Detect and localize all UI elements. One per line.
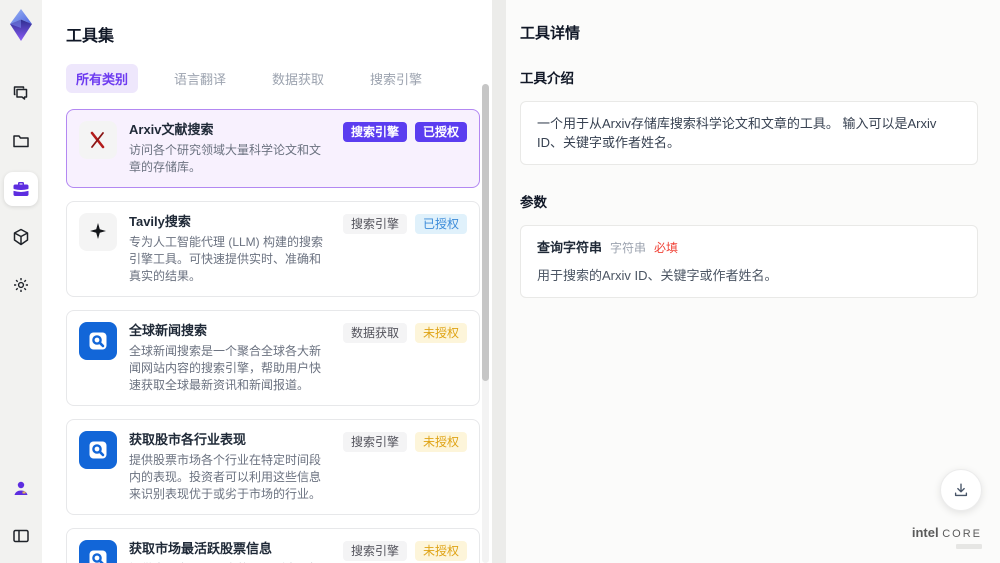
arxiv-icon (90, 131, 105, 149)
param-name: 查询字符串 (537, 240, 603, 255)
search-app-icon (79, 322, 117, 360)
briefcase-icon (13, 182, 29, 196)
tool-name: 全球新闻搜索 (129, 323, 208, 338)
sidebar-item-settings[interactable] (4, 268, 38, 302)
gear-icon (14, 278, 28, 292)
auth-status-badge: 未授权 (414, 541, 467, 561)
category-badge: 搜索引擎 (342, 214, 407, 234)
intel-core-logo: intel CORE (912, 526, 982, 549)
tool-name: Tavily搜索 (129, 214, 191, 229)
auth-status-badge: 未授权 (414, 432, 467, 452)
sidebar-item-files[interactable] (4, 124, 38, 158)
param-desc: 用于搜索的Arxiv ID、关键字或作者姓名。 (537, 268, 778, 283)
intel-logo-text: intel (911, 525, 939, 540)
user-avatar-icon (14, 481, 28, 495)
detail-title: 工具详情 (520, 25, 581, 42)
intel-logo-subscript (956, 544, 982, 549)
tool-card[interactable]: 获取市场最活跃股票信息 提供当天交易量最高的股票列表。投资者可以利用这些信息来识… (66, 528, 480, 563)
sidebar-item-collapse[interactable] (4, 519, 38, 553)
list-scrollbar[interactable] (482, 84, 489, 563)
tab-0[interactable]: 所有类别 (66, 64, 139, 93)
tool-card[interactable]: 获取股市各行业表现 提供股票市场各个行业在特定时间段内的表现。投资者可以利用这些… (66, 419, 480, 515)
tool-list: Arxiv文献搜索 访问各个研究领域大量科学论文和文章的存储库。 搜索引擎 已授… (66, 109, 480, 563)
param-box: 查询字符串 字符串 必填 用于搜索的Arxiv ID、关键字或作者姓名。 (520, 225, 978, 298)
tool-name: 获取市场最活跃股票信息 (129, 541, 273, 556)
tool-detail-panel: 工具详情 工具介绍 一个用于从Arxiv存储库搜索科学论文和文章的工具。 输入可… (506, 0, 1000, 563)
category-badge: 数据获取 (342, 323, 407, 343)
tab-1[interactable]: 语言翻译 (164, 64, 236, 93)
tool-list-panel: 工具集 所有类别 语言翻译 数据获取 搜索引擎 Arxiv文献搜索 访问各个研究领域大… (42, 0, 492, 563)
core-logo-text: CORE (942, 528, 982, 540)
app-window: 工具集 所有类别 语言翻译 数据获取 搜索引擎 Arxiv文献搜索 访问各个研究领域大… (0, 0, 1000, 563)
tool-card[interactable]: Arxiv文献搜索 访问各个研究领域大量科学论文和文章的存储库。 搜索引擎 已授… (66, 109, 480, 188)
intro-text-box: 一个用于从Arxiv存储库搜索科学论文和文章的工具。 输入可以是Arxiv ID… (520, 101, 978, 165)
param-required-badge: 必填 (654, 241, 679, 255)
intro-heading: 工具介绍 (520, 71, 574, 86)
tool-card[interactable]: 全球新闻搜索 全球新闻搜索是一个聚合全球各大新闻网站内容的搜索引擎，帮助用户快速… (66, 310, 480, 406)
tool-description: 访问各个研究领域大量科学论文和文章的存储库。 (129, 143, 322, 174)
tool-name: 获取股市各行业表现 (129, 432, 247, 447)
search-app-icon (89, 441, 107, 459)
auth-status-badge: 未授权 (414, 323, 467, 343)
sidebar-item-chat[interactable] (4, 76, 38, 110)
folder-icon (13, 135, 29, 148)
tool-name: Arxiv文献搜索 (129, 122, 214, 137)
sidebar-item-packages[interactable] (4, 220, 38, 254)
search-app-icon (89, 550, 107, 563)
search-app-icon (79, 540, 117, 563)
tool-card[interactable]: Tavily搜索 专为人工智能代理 (LLM) 构建的搜索引擎工具。可快速提供实… (66, 201, 480, 297)
cube-icon (13, 228, 29, 246)
sparkle-icon (79, 213, 117, 251)
tool-description: 专为人工智能代理 (LLM) 构建的搜索引擎工具。可快速提供实时、准确和真实的结… (129, 235, 324, 283)
param-type: 字符串 (610, 241, 647, 255)
search-app-icon (89, 332, 107, 350)
tab-3[interactable]: 搜索引擎 (360, 64, 432, 93)
category-badge: 搜索引擎 (342, 541, 407, 561)
scrollbar-thumb[interactable] (482, 84, 489, 381)
category-badge: 搜索引擎 (342, 432, 407, 452)
page-title: 工具集 (66, 28, 115, 45)
arxiv-icon (79, 121, 117, 159)
tool-description: 提供股票市场各个行业在特定时间段内的表现。投资者可以利用这些信息来识别表现优于或… (129, 453, 322, 501)
sidebar-item-account[interactable] (4, 471, 38, 505)
sparkle-icon (90, 223, 106, 239)
chat-icon (13, 86, 28, 100)
app-logo-icon[interactable] (6, 8, 36, 42)
download-button[interactable] (940, 469, 982, 511)
panel-toggle-icon (13, 529, 29, 543)
tab-2[interactable]: 数据获取 (262, 64, 334, 93)
search-app-icon (79, 431, 117, 469)
category-badge: 搜索引擎 (342, 122, 407, 142)
download-icon (954, 483, 968, 497)
category-tabs: 所有类别 语言翻译 数据获取 搜索引擎 (66, 64, 472, 93)
params-heading: 参数 (520, 195, 547, 210)
sidebar-item-tools[interactable] (4, 172, 38, 206)
tool-description: 全球新闻搜索是一个聚合全球各大新闻网站内容的搜索引擎，帮助用户快速获取全球最新资… (129, 344, 322, 392)
auth-status-badge: 已授权 (414, 214, 467, 234)
auth-status-badge: 已授权 (414, 122, 467, 142)
sidebar (0, 0, 42, 563)
